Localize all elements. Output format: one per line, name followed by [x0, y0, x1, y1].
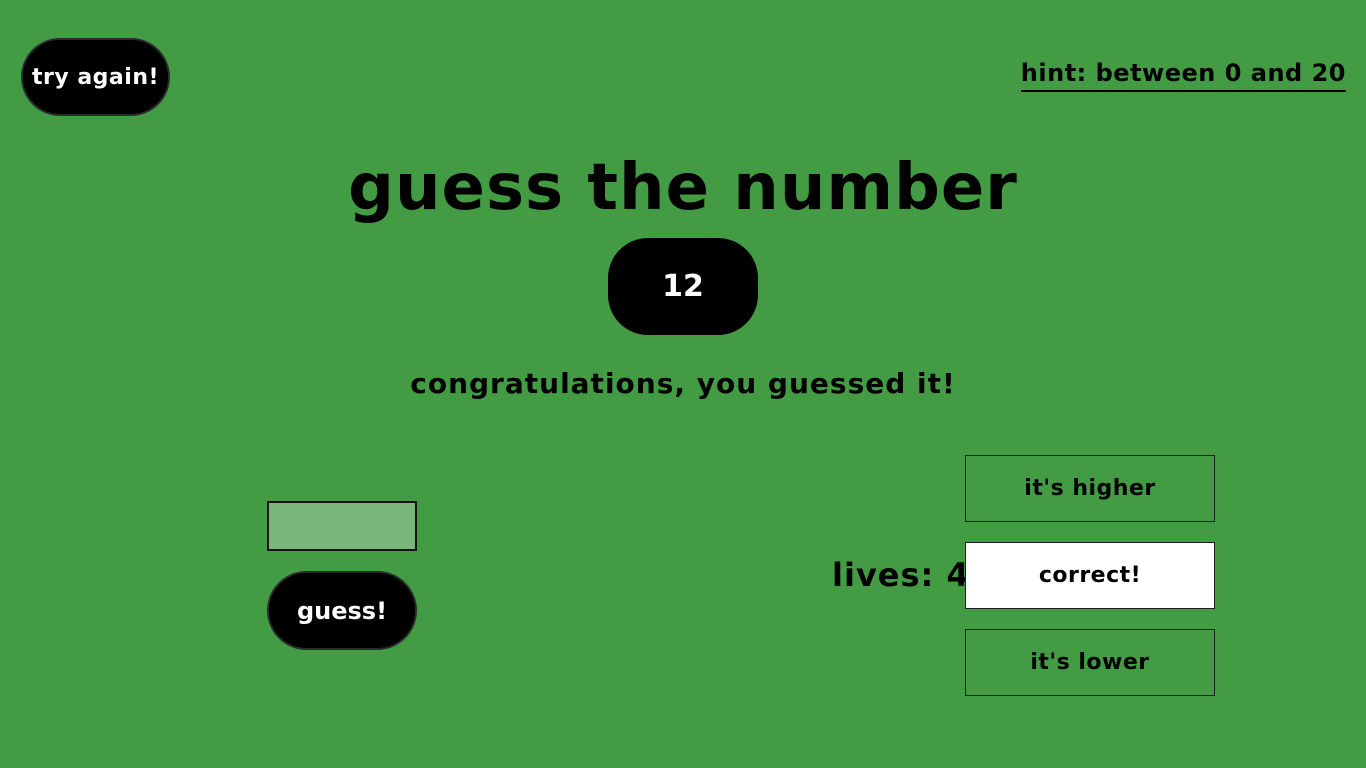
- its-higher-button[interactable]: it's higher: [965, 455, 1215, 522]
- try-again-button[interactable]: try again!: [21, 38, 170, 116]
- lives-counter: lives: 4: [832, 556, 970, 594]
- guess-input[interactable]: [267, 501, 417, 551]
- its-lower-button[interactable]: it's lower: [965, 629, 1215, 696]
- page-title: guess the number: [348, 151, 1018, 225]
- guess-button[interactable]: guess!: [267, 571, 417, 650]
- secret-number-display: 12: [608, 238, 758, 335]
- result-message: congratulations, you guessed it!: [410, 367, 956, 400]
- hint-text: hint: between 0 and 20: [1020, 56, 1346, 92]
- correct-button[interactable]: correct!: [965, 542, 1215, 609]
